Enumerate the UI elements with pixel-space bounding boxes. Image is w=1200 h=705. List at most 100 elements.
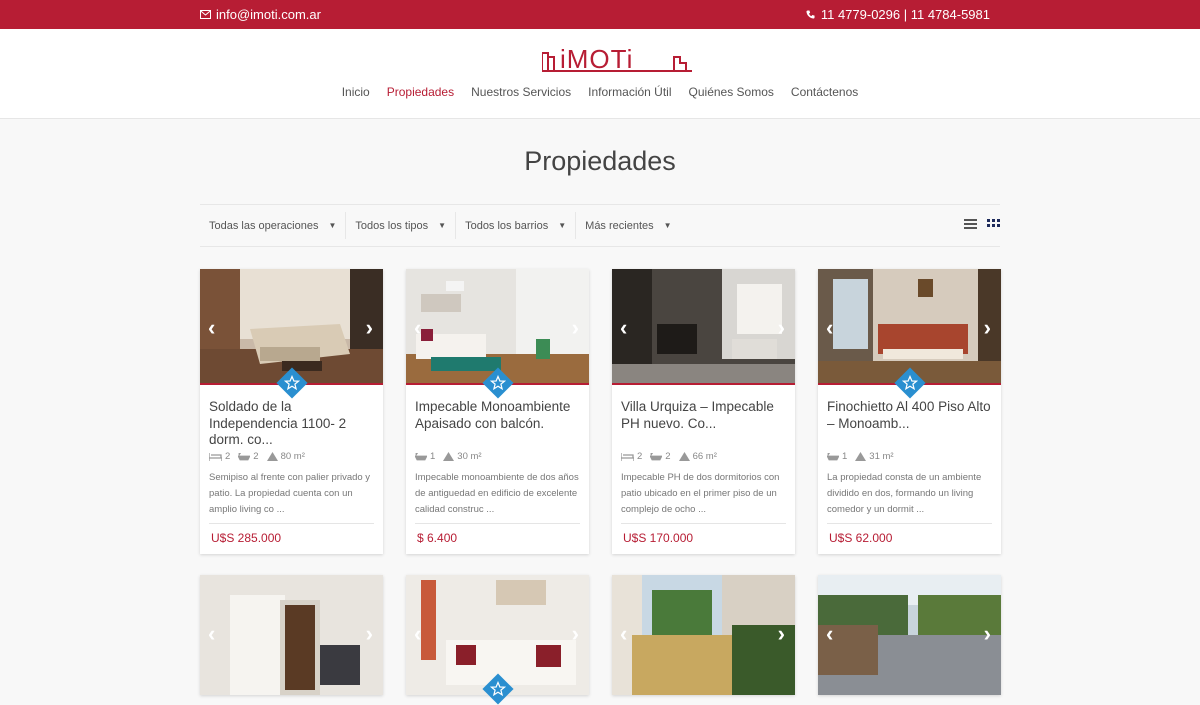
property-photo[interactable]: ‹ › [200,575,383,695]
property-card[interactable]: ‹ › Soldado de la Independencia 1100- 2 … [200,269,383,554]
property-card[interactable]: ‹ › Finochietto Al 400 Piso Alto – Monoa… [818,269,1001,554]
property-description: Impecable PH de dos dormitorios con pati… [621,472,780,515]
email-text: info@imoti.com.ar [216,7,321,22]
next-photo-icon[interactable]: › [778,315,785,341]
next-photo-icon[interactable]: › [778,621,785,647]
top-contact-bar: info@imoti.com.ar 11 4779-0296 | 11 4784… [0,0,1200,29]
area-value: 30 m² [457,451,482,462]
property-card[interactable]: ‹ › Villa Urquiza – Impecable PH nuevo. … [612,269,795,554]
property-title[interactable]: Soldado de la Independencia 1100- 2 dorm… [209,399,374,449]
area-icon [443,452,455,461]
svg-text:iMOTi: iMOTi [560,44,633,73]
property-title[interactable]: Impecable Monoambiente Apaisado con balc… [415,399,580,432]
phone-text: 11 4779-0296 | 11 4784-5981 [820,7,990,22]
property-description: La propiedad consta de un ambiente divid… [827,472,982,515]
star-icon [902,375,918,391]
filter-types-label: Todos los tipos [355,219,429,232]
prev-photo-icon[interactable]: ‹ [208,315,215,341]
bathrooms-value: 1 [842,451,848,462]
divider [621,523,786,524]
prev-photo-icon[interactable]: ‹ [620,621,627,647]
envelope-icon [200,10,211,19]
nav-informacion[interactable]: Información Útil [588,85,671,99]
property-title[interactable]: Finochietto Al 400 Piso Alto – Monoamb..… [827,399,992,432]
bedrooms-value: 2 [225,451,231,462]
area: 66 m² [678,451,717,462]
filter-types[interactable]: Todos los tipos ▼ [346,212,457,239]
nav-quienes-somos[interactable]: Quiénes Somos [689,85,774,99]
nav-inicio[interactable]: Inicio [342,85,370,99]
filter-neighborhoods-label: Todos los barrios [465,219,549,232]
property-card[interactable]: ‹ › [818,575,1001,695]
property-card[interactable]: ‹ › [200,575,383,695]
prev-photo-icon[interactable]: ‹ [414,315,421,341]
filter-operations-label: Todas las operaciones [209,219,319,232]
prev-photo-icon[interactable]: ‹ [414,621,421,647]
property-description: Impecable monoambiente de dos años de an… [415,472,579,515]
property-title[interactable]: Villa Urquiza – Impecable PH nuevo. Co..… [621,399,786,432]
bed-icon [209,452,222,461]
property-price: U$S 170.000 [623,531,694,545]
bathrooms-value: 2 [665,451,671,462]
property-specs: 2 2 66 m² [621,451,717,462]
filter-sort-label: Más recientes [585,219,654,232]
next-photo-icon[interactable]: › [572,315,579,341]
next-photo-icon[interactable]: › [984,621,991,647]
property-specs: 2 2 80 m² [209,451,305,462]
area-value: 66 m² [692,451,717,462]
prev-photo-icon[interactable]: ‹ [208,621,215,647]
area-icon [266,452,278,461]
property-card[interactable]: ‹ › Impecable Monoambiente Apaisado con … [406,269,589,554]
area: 80 m² [266,451,305,462]
filter-operations[interactable]: Todas las operaciones ▼ [200,212,347,239]
divider [209,523,374,524]
property-photo[interactable]: ‹ › [818,575,1001,695]
phone-contact[interactable]: 11 4779-0296 | 11 4784-5981 [806,0,990,29]
bathrooms: 2 [650,451,671,462]
property-card[interactable]: ‹ › [406,575,589,705]
bathtub-icon [827,452,839,460]
list-view-icon[interactable] [964,218,977,229]
filter-bar: Todas las operaciones ▼ Todos los tipos ▼ … [200,204,1000,247]
area-icon [855,452,867,461]
bathrooms: 1 [827,451,847,462]
nav-servicios[interactable]: Nuestros Servicios [471,85,571,99]
next-photo-icon[interactable]: › [366,315,373,341]
property-description: Semipiso al frente con palier privado y … [209,472,371,515]
bedrooms: 2 [621,451,642,462]
area-value: 31 m² [869,451,894,462]
filter-sort[interactable]: Más recientes ▼ [576,212,680,239]
property-price: $ 6.400 [417,531,458,545]
area-value: 80 m² [280,451,305,462]
prev-photo-icon[interactable]: ‹ [620,315,627,341]
email-contact[interactable]: info@imoti.com.ar [200,0,321,29]
divider [827,523,992,524]
area: 31 m² [855,451,894,462]
bathrooms-value: 2 [253,451,259,462]
nav-contactenos[interactable]: Contáctenos [791,85,858,99]
bathtub-icon [415,452,427,460]
caret-down-icon: ▼ [438,221,447,230]
prev-photo-icon[interactable]: ‹ [826,315,833,341]
nav-propiedades[interactable]: Propiedades [387,85,454,99]
star-icon [490,375,506,391]
filter-neighborhoods[interactable]: Todos los barrios ▼ [456,212,577,239]
next-photo-icon[interactable]: › [984,315,991,341]
grid-view-icon[interactable] [987,218,1000,229]
bathrooms-value: 1 [430,451,436,462]
bathrooms: 2 [238,451,259,462]
property-photo[interactable]: ‹ › [612,269,795,385]
property-card[interactable]: ‹ › [612,575,795,695]
view-toggle [964,218,1000,229]
next-photo-icon[interactable]: › [366,621,373,647]
prev-photo-icon[interactable]: ‹ [826,621,833,647]
page-title: Propiedades [524,146,676,176]
next-photo-icon[interactable]: › [572,621,579,647]
imoti-logo[interactable]: iMOTi [542,43,692,73]
bathtub-icon [650,452,663,460]
bedrooms: 2 [209,451,230,462]
property-photo[interactable]: ‹ › [612,575,795,695]
property-specs: 1 31 m² [827,451,894,462]
caret-down-icon: ▼ [328,221,337,230]
bed-icon [621,452,634,461]
